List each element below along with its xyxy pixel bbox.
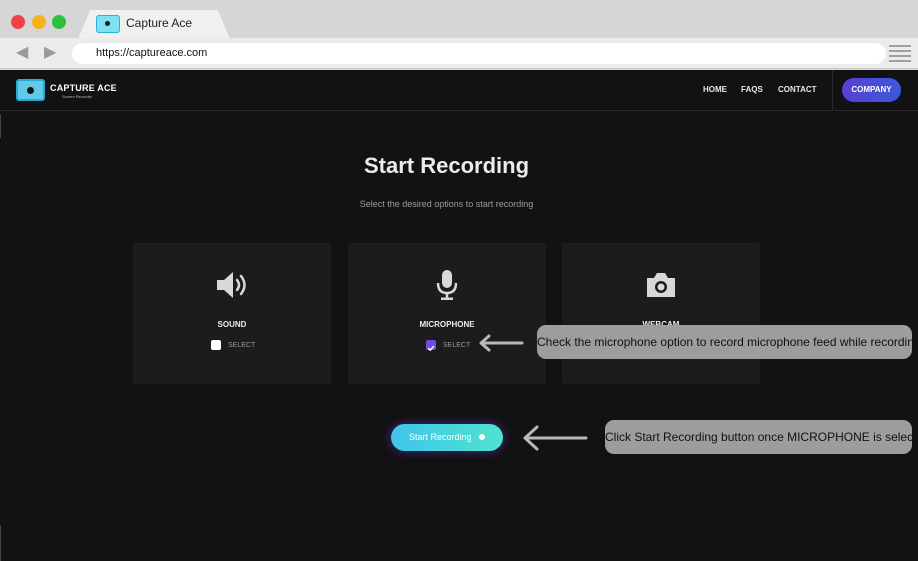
- microphone-checkbox[interactable]: [426, 340, 436, 352]
- speaker-icon: [217, 272, 246, 298]
- page-edge-mark: [0, 114, 1, 138]
- company-button[interactable]: COMPANY: [842, 78, 901, 102]
- logo-tagline: Screen Recorder: [62, 94, 93, 99]
- nav-divider: [832, 70, 833, 111]
- logo-icon[interactable]: [16, 79, 45, 101]
- option-card-microphone[interactable]: MICROPHONE SELECT: [348, 243, 546, 384]
- camera-icon: [647, 273, 675, 297]
- checkmark-icon: [427, 345, 435, 352]
- page-subtitle: Select the desired options to start reco…: [359, 199, 534, 209]
- sound-checkbox[interactable]: [211, 340, 221, 350]
- hamburger-menu-icon[interactable]: [889, 45, 911, 63]
- url-text[interactable]: https://captureace.com: [96, 47, 207, 59]
- logo-name[interactable]: CAPTURE ACE: [50, 83, 117, 93]
- favicon-icon: [96, 15, 120, 33]
- page-content: CAPTURE ACE Screen Recorder HOME FAQS CO…: [0, 70, 918, 561]
- left-arrow-icon: [523, 425, 588, 451]
- maximize-window-button[interactable]: [52, 15, 66, 29]
- sound-checkbox-label[interactable]: SELECT: [228, 342, 255, 349]
- start-tip-callout: Click Start Recording button once MICROP…: [605, 420, 918, 454]
- browser-window: Capture Ace ◀ ▶ https://captureace.com C…: [0, 0, 918, 561]
- minimize-window-button[interactable]: [32, 15, 46, 29]
- nav-faqs[interactable]: FAQS: [741, 85, 763, 94]
- nav-contact[interactable]: CONTACT: [778, 85, 817, 94]
- option-card-webcam[interactable]: WEBCAM: [562, 243, 760, 384]
- left-arrow-icon: [479, 334, 524, 352]
- start-recording-button[interactable]: Start Recording: [391, 424, 503, 451]
- start-recording-label[interactable]: Start Recording: [409, 432, 472, 442]
- close-window-button[interactable]: [11, 15, 25, 29]
- option-label-microphone: MICROPHONE: [419, 320, 475, 329]
- microphone-icon: [436, 270, 458, 300]
- microphone-checkbox-label[interactable]: SELECT: [443, 342, 470, 349]
- option-card-sound[interactable]: SOUND SELECT: [133, 243, 331, 384]
- tab-title[interactable]: Capture Ace: [126, 16, 192, 30]
- record-dot-icon: [479, 434, 485, 440]
- back-arrow-icon[interactable]: ◀: [16, 44, 28, 62]
- forward-arrow-icon[interactable]: ▶: [44, 44, 56, 62]
- page-title: Start Recording: [363, 153, 530, 178]
- option-label-sound: SOUND: [217, 320, 247, 329]
- site-header: CAPTURE ACE Screen Recorder HOME FAQS CO…: [0, 70, 918, 111]
- page-edge-mark: [0, 525, 1, 561]
- microphone-tip-callout: Check the microphone option to record mi…: [537, 325, 918, 359]
- nav-home[interactable]: HOME: [703, 85, 727, 94]
